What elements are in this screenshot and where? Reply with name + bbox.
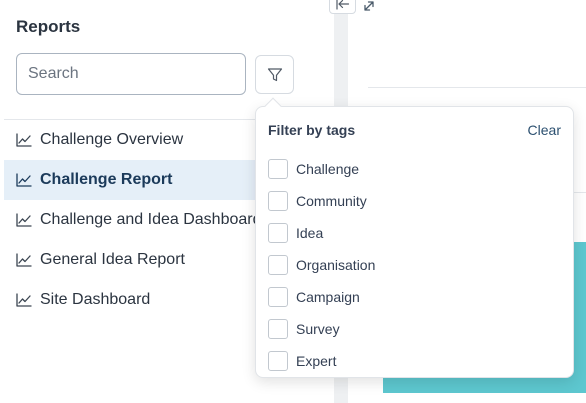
popover-title: Filter by tags	[268, 122, 356, 138]
tag-label: Campaign	[296, 289, 360, 305]
tag-option[interactable]: Challenge	[268, 153, 375, 185]
arrow-left-to-line-icon	[335, 0, 349, 10]
tag-label: Challenge	[296, 161, 360, 177]
tag-option[interactable]: Organisation	[268, 249, 375, 281]
collapse-sidebar-button[interactable]	[329, 0, 356, 14]
tag-label: Community	[296, 193, 367, 209]
line-chart-icon	[16, 173, 32, 187]
tag-checkbox[interactable]	[268, 351, 288, 371]
tag-option[interactable]: Survey	[268, 313, 375, 345]
report-item-label: Challenge Overview	[40, 131, 184, 148]
tag-option[interactable]: Expert	[268, 345, 375, 377]
line-chart-icon	[16, 133, 32, 147]
tag-checkbox[interactable]	[268, 319, 288, 339]
tag-list: Challenge Community Idea Organisation Campai…	[268, 153, 375, 377]
filter-popover: Filter by tags Clear Challenge Community I…	[255, 97, 574, 378]
tag-label: Expert	[296, 353, 337, 369]
tag-option[interactable]: Idea	[268, 217, 375, 249]
tag-option[interactable]: Campaign	[268, 281, 375, 313]
tag-label: Survey	[296, 321, 340, 337]
main-divider	[368, 87, 586, 88]
sidebar-title: Reports	[16, 17, 81, 36]
expand-diagonal-icon[interactable]	[363, 0, 375, 12]
search-input[interactable]	[16, 53, 246, 95]
tag-checkbox[interactable]	[268, 191, 288, 211]
line-chart-icon	[16, 293, 32, 307]
tag-option[interactable]: Community	[268, 185, 375, 217]
tag-checkbox[interactable]	[268, 159, 288, 179]
report-item-label: Site Dashboard	[40, 291, 151, 308]
clear-filter-button[interactable]: Clear	[528, 122, 561, 138]
filter-button[interactable]	[255, 55, 294, 94]
report-item-label: Challenge Report	[40, 171, 173, 188]
tag-checkbox[interactable]	[268, 255, 288, 275]
tag-label: Organisation	[296, 257, 376, 273]
report-item-label: Challenge and Idea Dashboard	[40, 211, 262, 228]
line-chart-icon	[16, 213, 32, 227]
tag-checkbox[interactable]	[268, 223, 288, 243]
line-chart-icon	[16, 253, 32, 267]
report-item-label: General Idea Report	[40, 251, 185, 268]
tag-checkbox[interactable]	[268, 287, 288, 307]
tag-label: Idea	[296, 225, 324, 241]
filter-icon	[267, 67, 282, 81]
